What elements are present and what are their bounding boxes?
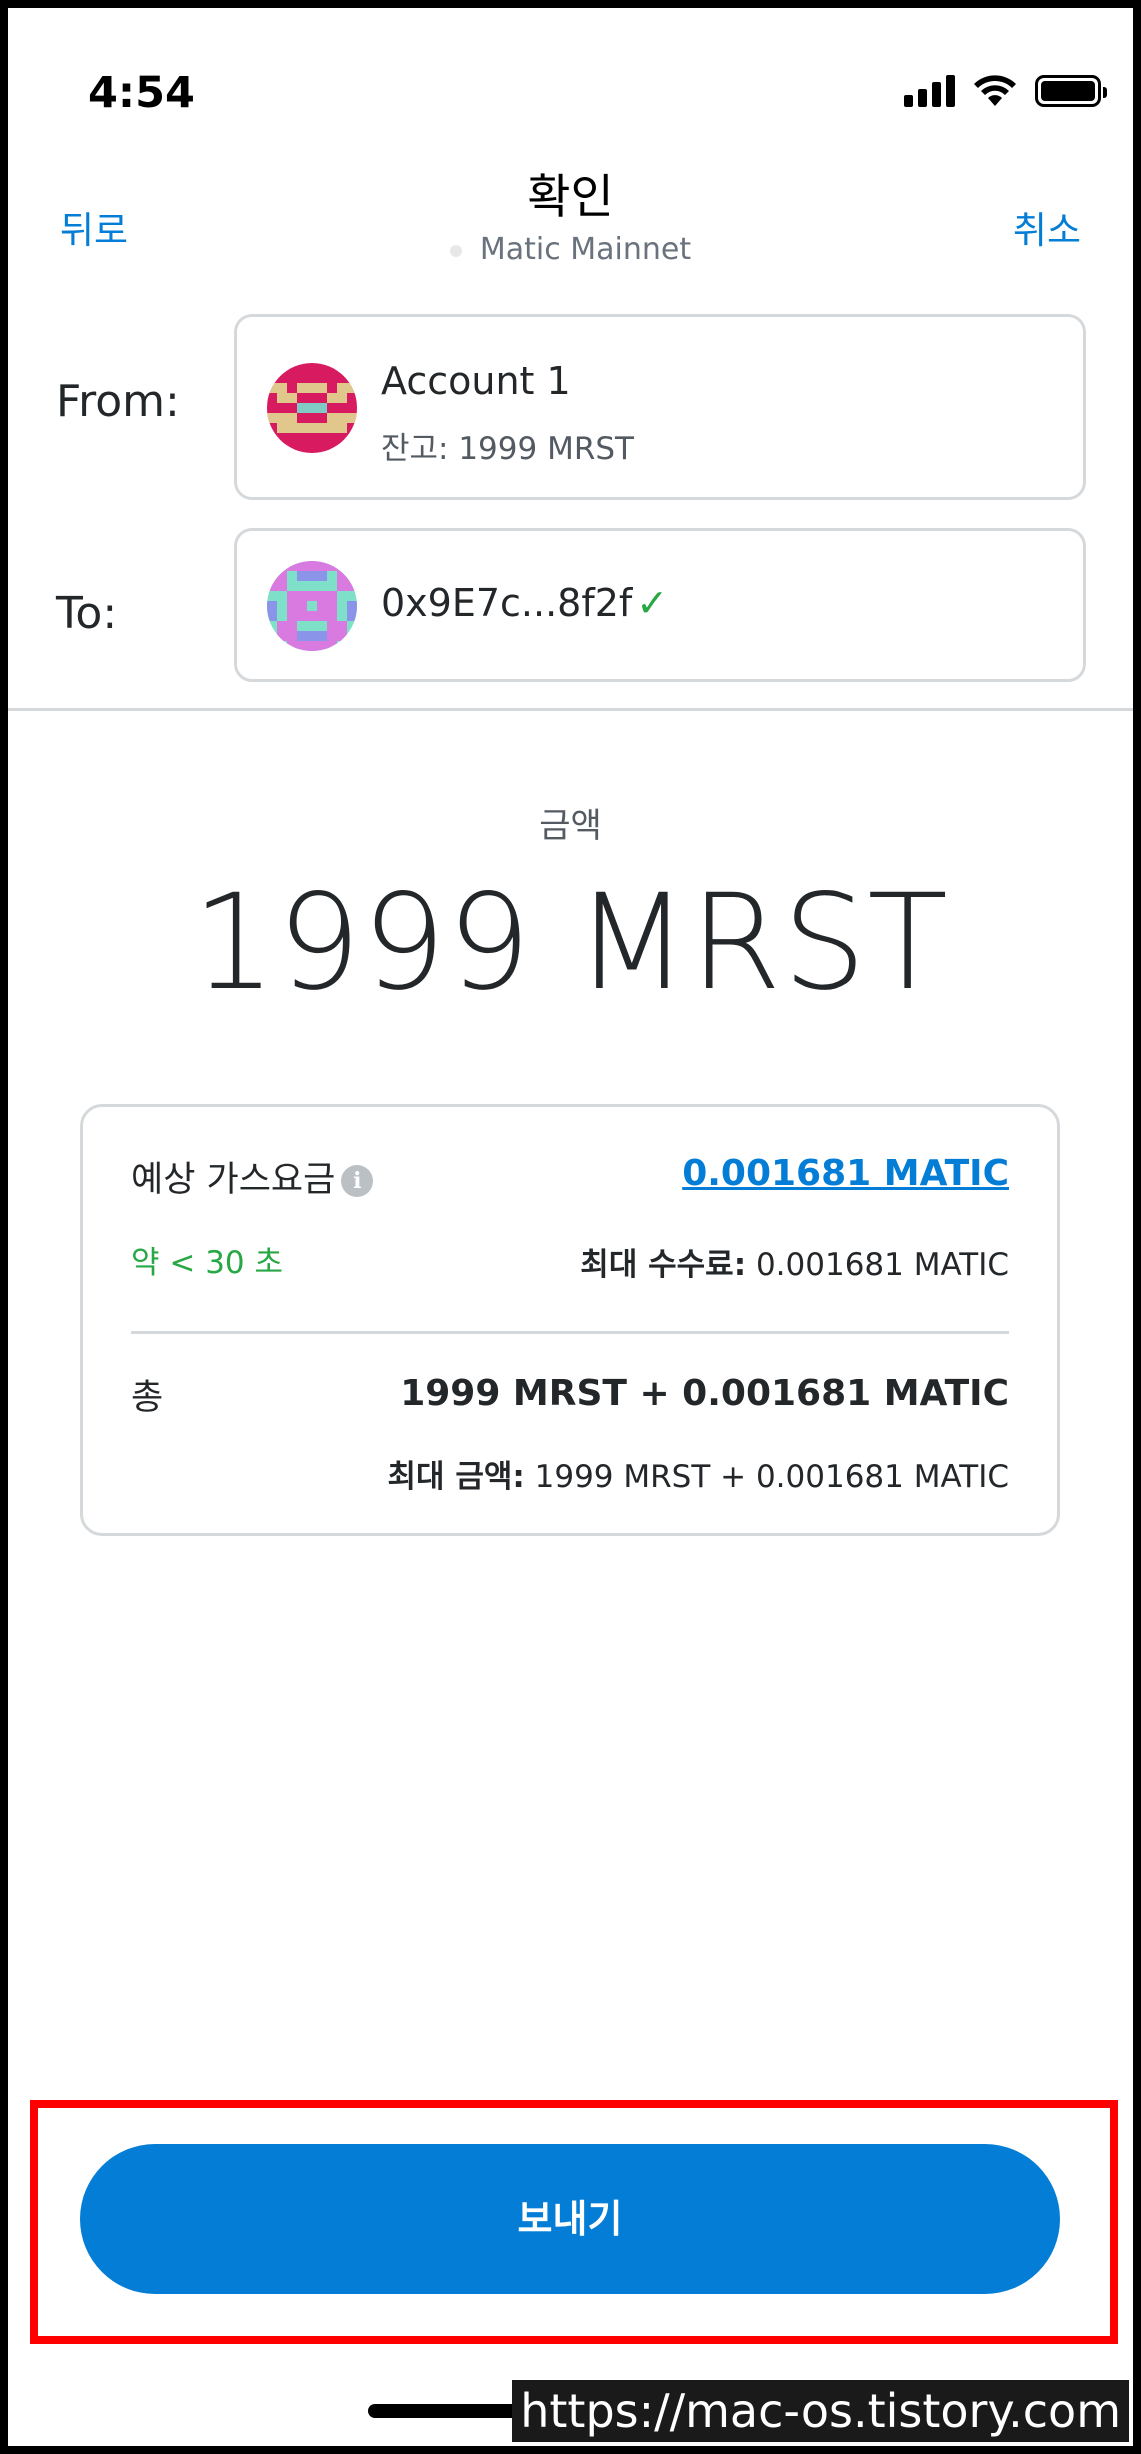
section-divider [8, 708, 1133, 711]
to-address-field[interactable]: 0x9E7c...8f2f ✓ [234, 528, 1086, 682]
gas-fee-link[interactable]: 0.001681 MATIC [682, 1153, 1009, 1194]
max-amount: 최대 금액: 1999 MRST + 0.001681 MATIC [387, 1451, 1009, 1496]
cancel-button[interactable]: 취소 [1013, 200, 1081, 254]
to-address: 0x9E7c...8f2f ✓ [381, 581, 668, 625]
gas-fee-title: 예상 가스요금 i [131, 1151, 374, 1202]
to-account-avatar [267, 561, 357, 651]
wifi-icon [974, 75, 1016, 106]
phone-screen: 4:54 뒤로 확인 Matic Mainnet 취소 From: Accoun… [8, 8, 1133, 2446]
network-status-dot-icon [449, 244, 462, 257]
header: 뒤로 확인 Matic Mainnet 취소 [8, 158, 1133, 278]
info-icon[interactable]: i [341, 1165, 374, 1197]
gas-fee-title-text: 예상 가스요금 [131, 1160, 336, 1200]
max-fee-label: 최대 수수료: [580, 1247, 747, 1283]
card-divider [131, 1331, 1009, 1334]
from-account-selector[interactable]: Account 1 잔고: 1999 MRST [234, 314, 1086, 500]
gas-fee-card: 예상 가스요금 i 0.001681 MATIC 약 < 30 초 최대 수수료:… [80, 1104, 1060, 1536]
network-indicator: Matic Mainnet [8, 232, 1133, 267]
to-label: To: [56, 588, 118, 639]
gas-time-estimate: 약 < 30 초 [131, 1245, 284, 1281]
network-name: Matic Mainnet [479, 232, 692, 267]
from-account-avatar [267, 363, 357, 453]
to-address-text: 0x9E7c...8f2f [381, 581, 633, 625]
send-button[interactable]: 보내기 [80, 2144, 1060, 2294]
max-amount-label: 최대 금액: [387, 1459, 525, 1495]
max-fee: 최대 수수료: 0.001681 MATIC [580, 1239, 1009, 1284]
from-account-name: Account 1 [381, 359, 571, 403]
page-title: 확인 [527, 170, 614, 225]
total-value: 1999 MRST + 0.001681 MATIC [400, 1373, 1009, 1414]
max-amount-value: 1999 MRST + 0.001681 MATIC [524, 1459, 1009, 1495]
max-fee-value: 0.001681 MATIC [746, 1247, 1009, 1283]
from-label: From: [56, 376, 180, 427]
status-icons [904, 74, 1107, 108]
amount-value: 1999 MRST [192, 866, 949, 1020]
check-icon: ✓ [636, 581, 669, 625]
amount-label: 금액 [539, 806, 602, 846]
status-bar: 4:54 [8, 8, 1133, 138]
watermark: https://mac-os.tistory.com [512, 2380, 1129, 2442]
total-label: 총 [131, 1378, 164, 1418]
status-time: 4:54 [88, 68, 195, 118]
from-account-balance: 잔고: 1999 MRST [381, 431, 634, 467]
battery-icon [1035, 75, 1107, 107]
cellular-signal-icon [904, 75, 955, 107]
